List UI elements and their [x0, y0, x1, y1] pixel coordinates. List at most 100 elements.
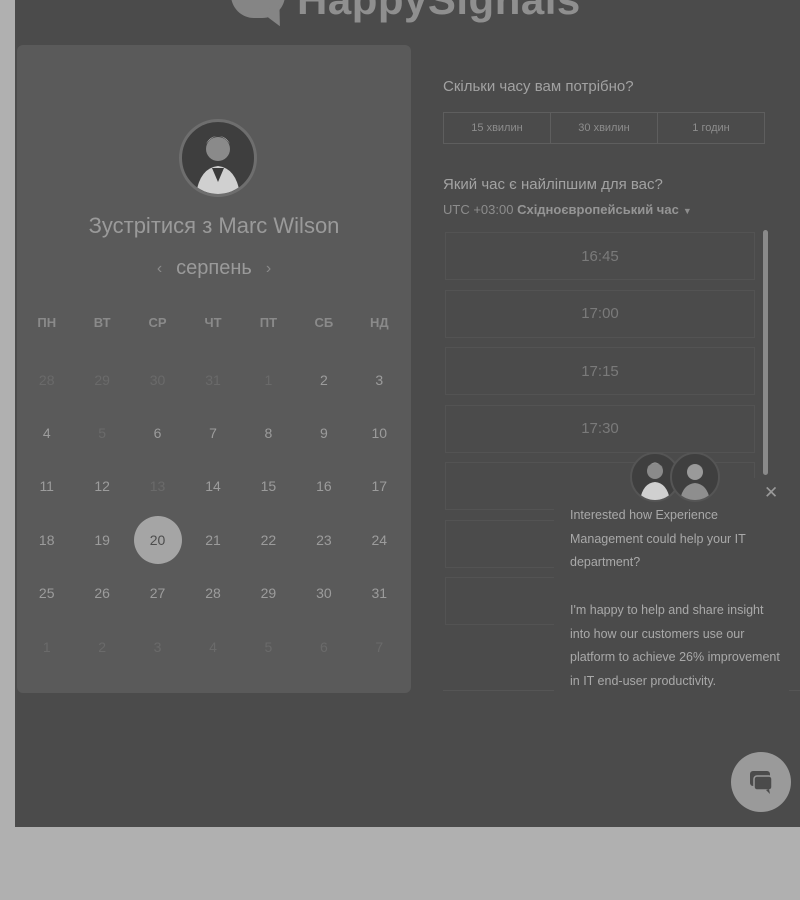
calendar-day-number: 3 [153, 638, 162, 655]
calendar-day: 3 [130, 620, 185, 673]
calendar-day-number: 2 [319, 371, 328, 388]
calendar-day[interactable]: 23 [296, 513, 351, 566]
calendar-day-number: 12 [94, 478, 110, 495]
calendar-day[interactable]: 17 [352, 460, 407, 513]
calendar-day-number: 4 [209, 638, 217, 655]
calendar-day[interactable]: 12 [74, 460, 129, 513]
duration-option-30[interactable]: 30 хвилин [551, 113, 658, 143]
calendar-day: 28 [19, 353, 74, 406]
calendar-day-number: 15 [260, 478, 277, 495]
calendar-day-number: 31 [205, 371, 221, 388]
calendar-day: 2 [74, 620, 129, 673]
calendar-day-number: 22 [260, 531, 277, 548]
calendar-day[interactable]: 29 [241, 567, 296, 620]
calendar-day-number: 4 [42, 425, 51, 442]
calendar-day-number: 6 [153, 425, 162, 442]
calendar-day-number: 26 [94, 585, 110, 602]
time-slot[interactable]: 17:00 [445, 289, 755, 338]
calendar-day-number: 28 [38, 371, 55, 388]
calendar-day: 1 [241, 353, 296, 406]
calendar-day[interactable]: 24 [352, 513, 407, 566]
calendar-day-number: 27 [149, 585, 166, 602]
weekday-label: НД [369, 315, 389, 330]
calendar-day-number: 1 [42, 638, 51, 655]
duration-option-15[interactable]: 15 хвилин [444, 113, 551, 143]
calendar-day-number: 7 [209, 425, 217, 442]
duration-question: Скільки часу вам потрібно? [443, 78, 634, 95]
calendar-panel: Зустрітися з Marc Wilson ‹ серпень › ПН В… [17, 45, 411, 693]
chevron-right-icon[interactable]: › [266, 260, 271, 278]
weekday-label: ВТ [93, 315, 111, 330]
weekday-label: ЧТ [204, 315, 222, 330]
calendar-day[interactable]: 16 [296, 460, 351, 513]
calendar-day: 5 [74, 406, 129, 459]
calendar-day[interactable]: 28 [185, 567, 240, 620]
meet-title: Зустрітися з Marc Wilson [88, 213, 340, 238]
calendar-day[interactable]: 15 [241, 460, 296, 513]
month-nav: ‹ серпень › [17, 257, 411, 280]
timezone-selector[interactable]: UTC +03:00 Східноєвропейський час ▼ [443, 202, 692, 217]
calendar-day-number: 5 [264, 638, 273, 655]
calendar-day: 29 [74, 353, 129, 406]
calendar-day[interactable]: 25 [19, 567, 74, 620]
calendar-day: 31 [185, 353, 240, 406]
chat-popup: Interested how Experience Management cou… [554, 478, 789, 734]
calendar-day-number: 2 [98, 638, 107, 655]
calendar-day[interactable]: 19 [74, 513, 129, 566]
calendar-day[interactable]: 3 [352, 353, 407, 406]
calendar-day-number: 19 [94, 531, 110, 548]
calendar-day[interactable]: 14 [185, 460, 240, 513]
calendar-day-number: 9 [319, 425, 328, 442]
timezone-offset: UTC +03:00 [443, 202, 514, 217]
calendar-day[interactable]: 4 [19, 406, 74, 459]
calendar-day[interactable]: 10 [352, 406, 407, 459]
timezone-name: Східноєвропейський час [517, 202, 679, 217]
chevron-left-icon[interactable]: ‹ [157, 260, 162, 278]
calendar-day-number: 30 [316, 585, 332, 602]
calendar-day-number: 23 [316, 531, 332, 548]
chat-agent-avatars [630, 452, 720, 502]
logo-icon [227, 0, 287, 31]
calendar-day[interactable]: 31 [352, 567, 407, 620]
calendar-day[interactable]: 6 [130, 406, 185, 459]
calendar-day[interactable]: 30 [296, 567, 351, 620]
calendar-day[interactable]: 7 [185, 406, 240, 459]
logo: HappySignals [227, 0, 581, 31]
calendar-day[interactable]: 21 [185, 513, 240, 566]
weekday-label: ПН [37, 315, 57, 330]
calendar-day[interactable]: 8 [241, 406, 296, 459]
calendar-day-number: 17 [371, 478, 388, 495]
calendar-day-number: 10 [371, 425, 388, 442]
time-slot[interactable]: 17:30 [445, 404, 755, 453]
calendar-day: 7 [352, 620, 407, 673]
time-slot[interactable]: 16:45 [445, 232, 755, 280]
calendar-day-number: 13 [149, 478, 166, 495]
scrollbar[interactable] [763, 230, 768, 475]
time-question: Який час є найліпшим для вас? [443, 176, 663, 193]
calendar-day[interactable]: 11 [19, 460, 74, 513]
calendar-day-number: 18 [38, 531, 55, 548]
calendar-day[interactable]: 27 [130, 567, 185, 620]
time-slot[interactable]: 17:15 [445, 347, 755, 395]
host-avatar [179, 119, 257, 197]
weekday-header: ПН ВТ СР ЧТ ПТ СБ НД [19, 315, 407, 330]
calendar-day-number: 30 [149, 371, 166, 388]
calendar-day-selected[interactable]: 20 [130, 513, 185, 566]
calendar-day[interactable]: 26 [74, 567, 129, 620]
calendar-day[interactable]: 18 [19, 513, 74, 566]
calendar-day-number: 6 [319, 638, 328, 655]
calendar-day-number: 24 [371, 531, 388, 548]
chat-launcher-button[interactable] [731, 752, 791, 812]
calendar-day-number: 21 [205, 531, 221, 548]
calendar-day-number: 29 [94, 371, 110, 388]
calendar-day[interactable]: 22 [241, 513, 296, 566]
calendar-day: 6 [296, 620, 351, 673]
caret-down-icon: ▼ [682, 206, 692, 216]
calendar-day-number: 25 [38, 585, 55, 602]
calendar-day: 1 [19, 620, 74, 673]
duration-option-60[interactable]: 1 годин [658, 113, 764, 143]
calendar-day-number: 5 [98, 425, 107, 442]
calendar-day[interactable]: 9 [296, 406, 351, 459]
close-icon[interactable]: ✕ [764, 484, 778, 501]
calendar-day[interactable]: 2 [296, 353, 351, 406]
